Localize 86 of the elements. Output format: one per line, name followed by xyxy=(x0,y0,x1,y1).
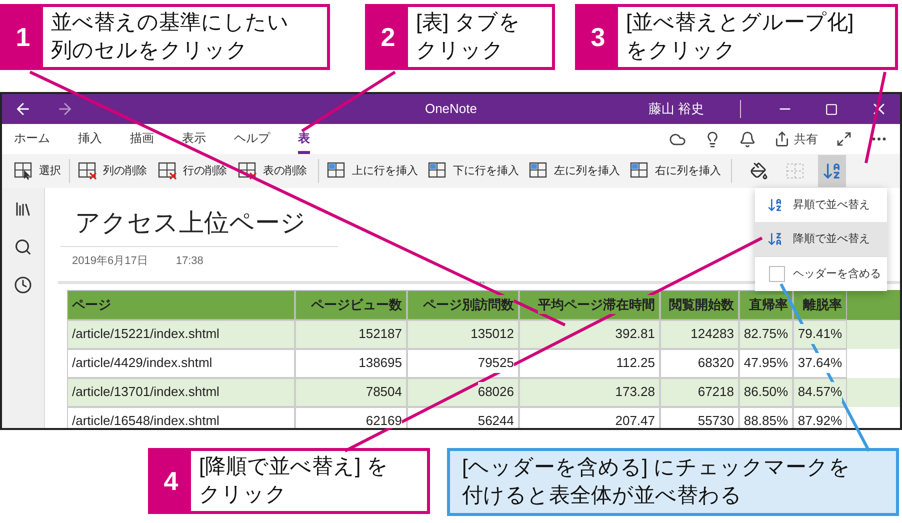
table-cell: 82.75% xyxy=(739,320,793,348)
table-cell: 86.50% xyxy=(739,378,793,406)
table-cell: /article/15221/index.shtml xyxy=(67,320,295,348)
checkbox[interactable] xyxy=(769,266,785,282)
column-header[interactable]: 平均ページ滞在時間 xyxy=(519,290,660,320)
table-cell: 112.25 xyxy=(519,348,660,378)
recent-icon[interactable] xyxy=(14,276,32,294)
expand-icon[interactable] xyxy=(836,131,852,147)
table-cell: 47.95% xyxy=(739,348,793,378)
table-cell: 37.64% xyxy=(793,348,847,378)
step-number: 2 xyxy=(380,20,396,54)
page-title: アクセス上位ページ xyxy=(60,206,338,247)
table-cell: /article/13701/index.shtml xyxy=(67,378,295,406)
table-cell: 55730 xyxy=(660,406,739,428)
column-header[interactable]: ページ別訪問数 xyxy=(407,290,519,320)
toolbar-button[interactable]: 左に列を挿入 xyxy=(525,155,624,187)
toolbar-button[interactable]: 下に行を挿入 xyxy=(424,155,523,187)
toolbar-button[interactable]: 列の削除 xyxy=(74,155,151,187)
table-cell: 87.92% xyxy=(793,406,847,428)
back-icon[interactable] xyxy=(14,100,32,118)
sort-icon xyxy=(767,197,783,213)
paint-bucket-icon xyxy=(750,162,768,180)
table-insert-icon xyxy=(630,162,650,180)
window-title: OneNote xyxy=(424,100,478,118)
step-number: 1 xyxy=(14,20,32,54)
column-header[interactable]: ページビュー数 xyxy=(295,290,407,320)
table-cell: 62169 xyxy=(295,406,407,428)
table-insert-icon xyxy=(529,162,549,180)
table-cell: 124283 xyxy=(660,320,739,348)
table-insert-icon xyxy=(327,162,347,180)
table-cell: 392.81 xyxy=(519,320,660,348)
ribbon-tab[interactable]: ホーム xyxy=(14,124,50,154)
toolbar-button[interactable]: 表の削除 xyxy=(234,155,311,187)
checkbox-label[interactable]: ヘッダーを含める xyxy=(793,266,881,282)
table-cell: 68026 xyxy=(407,378,519,406)
borders-icon xyxy=(786,163,804,179)
table-select-icon xyxy=(14,162,34,180)
table-cell: 79525 xyxy=(407,348,519,378)
page-date: 2019年6月17日 xyxy=(72,254,148,269)
table-cell: 88.85% xyxy=(739,406,793,428)
toolbar-button[interactable]: 選択 xyxy=(10,155,65,187)
table-cell: /article/4429/index.shtml xyxy=(67,348,295,378)
table-delete-icon xyxy=(78,162,98,180)
table-cell: 79.41% xyxy=(793,320,847,348)
table-cell: 207.47 xyxy=(519,406,660,428)
callout-text: [表] タブをクリック xyxy=(416,10,522,64)
table-cell: 152187 xyxy=(295,320,407,348)
menu-item[interactable]: 降順で並べ替え xyxy=(755,222,887,256)
table-insert-icon xyxy=(428,162,448,180)
column-header[interactable]: 閲覧開始数 xyxy=(660,290,739,320)
toolbar-button[interactable]: 行の削除 xyxy=(154,155,231,187)
table-delete-icon xyxy=(158,162,178,180)
table-cell: /article/16548/index.shtml xyxy=(67,406,295,428)
table-cell: 173.28 xyxy=(519,378,660,406)
table-cell: 138695 xyxy=(295,348,407,378)
maximize-icon[interactable] xyxy=(825,102,838,116)
table-cell: 56244 xyxy=(407,406,519,428)
table-cell: 67218 xyxy=(660,378,739,406)
callout-text: 並べ替えの基準にしたい列のセルをクリック xyxy=(51,10,290,64)
ribbon-tab[interactable]: 表示 xyxy=(182,124,206,154)
sort-icon xyxy=(822,161,842,181)
share-icon xyxy=(774,131,790,147)
table-cell: 68320 xyxy=(660,348,739,378)
ribbon-tab[interactable]: ヘルプ xyxy=(234,124,270,154)
toolbar-button[interactable]: 右に列を挿入 xyxy=(626,155,725,187)
step-number: 3 xyxy=(590,20,606,54)
ribbon-tab[interactable]: 挿入 xyxy=(78,124,102,154)
table-cell: 84.57% xyxy=(793,378,847,406)
callout-text: [ヘッダーを含める] にチェックマークを付けると表全体が並べ替わる xyxy=(462,455,852,509)
sort-icon xyxy=(767,231,783,247)
step-number: 4 xyxy=(162,464,180,498)
callout-text: [並べ替えとグループ化]をクリック xyxy=(626,10,855,64)
ribbon-tab[interactable]: 描画 xyxy=(130,124,154,154)
menu-item[interactable]: 昇順で並べ替え xyxy=(755,188,887,222)
table-delete-icon xyxy=(238,162,258,180)
page-time: 17:38 xyxy=(176,254,204,269)
search-icon[interactable] xyxy=(14,238,32,256)
toolbar-button[interactable]: 上に行を挿入 xyxy=(323,155,422,187)
callout-text: [降順で並べ替え] をクリック xyxy=(199,454,390,508)
user-name[interactable]: 藤山 裕史 xyxy=(648,99,704,119)
table-cell: 78504 xyxy=(295,378,407,406)
column-header[interactable]: ページ xyxy=(67,290,295,320)
table-cell: 135012 xyxy=(407,320,519,348)
bell-icon[interactable] xyxy=(739,130,756,148)
share-button[interactable]: 共有 xyxy=(774,130,818,148)
notebooks-icon[interactable] xyxy=(14,200,32,218)
